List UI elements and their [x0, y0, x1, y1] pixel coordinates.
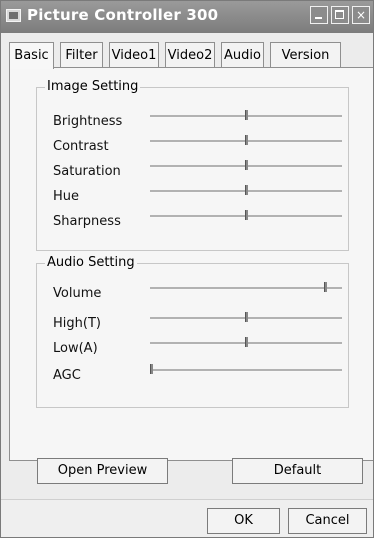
- volume-track: [150, 287, 342, 290]
- high-t-label: High(T): [53, 316, 101, 331]
- high-t-thumb[interactable]: [245, 312, 248, 322]
- dialog-footer: OK Cancel: [1, 499, 373, 537]
- close-icon[interactable]: ×: [352, 6, 370, 24]
- agc-thumb[interactable]: [150, 364, 153, 374]
- tab-video1[interactable]: Video1: [109, 42, 159, 67]
- default-button[interactable]: Default: [232, 458, 363, 484]
- image-setting-title: Image Setting: [45, 79, 141, 94]
- contrast-slider[interactable]: [150, 135, 342, 145]
- agc-track: [150, 369, 342, 372]
- brightness-label: Brightness: [53, 114, 123, 129]
- window-title: Picture Controller 300: [27, 6, 219, 24]
- tab-basic[interactable]: Basic: [9, 42, 54, 69]
- brightness-slider[interactable]: [150, 110, 342, 120]
- basic-tab-panel: Image Setting Audio Setting Brightness C…: [9, 67, 373, 484]
- contrast-label: Contrast: [53, 139, 109, 154]
- sharpness-label: Sharpness: [53, 214, 121, 229]
- agc-slider[interactable]: [150, 364, 342, 374]
- volume-thumb[interactable]: [324, 282, 327, 292]
- tab-video2[interactable]: Video2: [165, 42, 215, 67]
- agc-label: AGC: [53, 368, 81, 383]
- volume-label: Volume: [53, 286, 102, 301]
- app-icon: [6, 9, 21, 22]
- maximize-icon[interactable]: [331, 6, 349, 24]
- sharpness-slider[interactable]: [150, 210, 342, 220]
- open-preview-button[interactable]: Open Preview: [37, 458, 168, 484]
- low-a-slider[interactable]: [150, 337, 342, 347]
- low-a-thumb[interactable]: [245, 337, 248, 347]
- hue-slider[interactable]: [150, 185, 342, 195]
- hue-thumb[interactable]: [245, 185, 248, 195]
- saturation-slider[interactable]: [150, 160, 342, 170]
- sharpness-thumb[interactable]: [245, 210, 248, 220]
- low-a-label: Low(A): [53, 341, 98, 356]
- brightness-thumb[interactable]: [245, 110, 248, 120]
- volume-slider[interactable]: [150, 282, 342, 292]
- saturation-thumb[interactable]: [245, 160, 248, 170]
- tab-version-info[interactable]: Version Info: [270, 42, 341, 88]
- tab-filter[interactable]: Filter: [60, 42, 103, 67]
- picture-controller-window: Picture Controller 300 × Basic Filter Vi…: [0, 0, 374, 538]
- contrast-thumb[interactable]: [245, 135, 248, 145]
- ok-button[interactable]: OK: [207, 508, 280, 534]
- hue-label: Hue: [53, 189, 80, 204]
- tab-audio[interactable]: Audio: [221, 42, 264, 67]
- cancel-button[interactable]: Cancel: [288, 508, 367, 534]
- saturation-label: Saturation: [53, 164, 121, 179]
- minimize-icon[interactable]: [310, 6, 328, 24]
- high-t-slider[interactable]: [150, 312, 342, 322]
- title-bar: Picture Controller 300 ×: [1, 1, 373, 33]
- audio-setting-title: Audio Setting: [45, 255, 137, 270]
